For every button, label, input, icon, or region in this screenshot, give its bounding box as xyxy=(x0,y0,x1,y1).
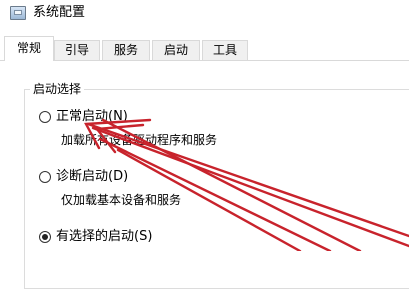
selective-startup-label[interactable]: 有选择的启动(S) xyxy=(56,229,152,245)
startup-selection-title: 启动选择 xyxy=(30,82,85,96)
diagnostic-startup-description: 仅加载基本设备和服务 xyxy=(61,193,182,207)
diagnostic-startup-label[interactable]: 诊断启动(D) xyxy=(56,169,128,185)
title-bar: 系统配置 xyxy=(0,0,409,30)
normal-startup-description: 加载所有设备驱动程序和服务 xyxy=(61,133,218,147)
general-tab-panel: 启动选择 正常启动(N) 加载所有设备驱动程序和服务 诊断启动(D) 仅加载基本… xyxy=(0,61,409,289)
tab-startup[interactable]: 启动 xyxy=(152,40,200,60)
normal-startup-label[interactable]: 正常启动(N) xyxy=(56,109,128,125)
system-config-icon xyxy=(10,6,26,20)
tab-general[interactable]: 常规 xyxy=(4,36,54,61)
tab-boot[interactable]: 引导 xyxy=(54,40,100,60)
selective-startup-radio[interactable] xyxy=(39,231,51,243)
diagnostic-startup-radio[interactable] xyxy=(39,171,51,183)
normal-startup-radio[interactable] xyxy=(39,111,51,123)
tab-tools[interactable]: 工具 xyxy=(202,40,248,60)
window-title: 系统配置 xyxy=(33,5,86,20)
tab-services[interactable]: 服务 xyxy=(102,40,150,60)
tab-bar: 常规 引导 服务 启动 工具 xyxy=(0,36,409,61)
